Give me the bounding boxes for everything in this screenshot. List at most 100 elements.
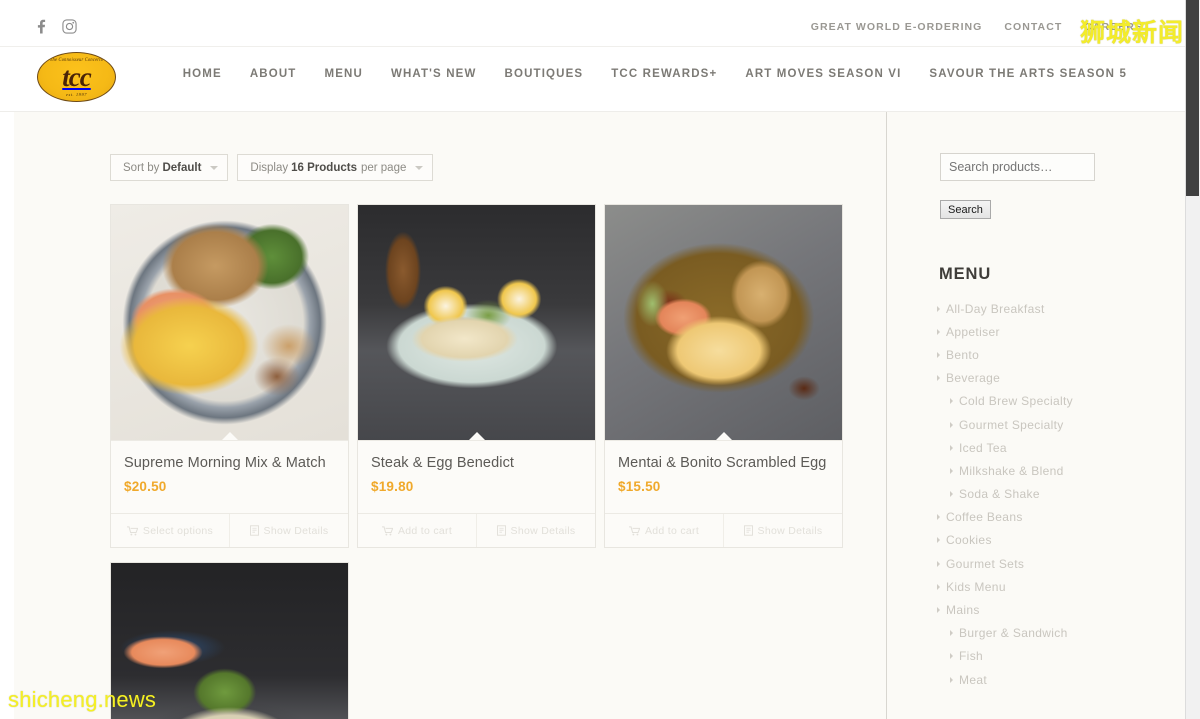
sidebar-item-label: Burger & Sandwich [959, 626, 1068, 641]
bullet-arrow-icon [937, 514, 940, 521]
sidebar-item-kids-menu[interactable]: Kids Menu [937, 575, 1167, 598]
nav-item-savour-the-arts-season-5[interactable]: SAVOUR THE ARTS SEASON 5 [915, 68, 1141, 80]
caret-up-icon [220, 432, 239, 440]
content-area: Sort by Default Display 16 Products per … [14, 112, 1185, 719]
bullet-arrow-icon [950, 421, 953, 428]
product-card[interactable]: Steak & Egg Benedict $19.80 Add to cart [357, 204, 596, 548]
utility-link-great-world-e-ordering[interactable]: GREAT WORLD E-ORDERING [811, 21, 983, 33]
sidebar-item-label: Cold Brew Specialty [959, 394, 1074, 409]
sidebar-item-milkshake-and-blend[interactable]: Milkshake & Blend [937, 459, 1167, 482]
sort-by-select[interactable]: Sort by Default [110, 154, 229, 181]
sidebar-item-beverage[interactable]: Beverage [937, 367, 1167, 390]
search-button[interactable]: Search [940, 200, 991, 219]
display-suffix: per page [360, 161, 407, 174]
product-card[interactable]: Mentai & Bonito Scrambled Egg $15.50 Add… [604, 204, 843, 548]
nav-item-art-moves-season-vi[interactable]: ART MOVES SEASON VI [731, 68, 915, 80]
product-card[interactable]: Supreme Morning Mix & Match $20.50 Selec… [110, 204, 349, 548]
sidebar-item-label: All-Day Breakfast [946, 301, 1045, 316]
details-icon [743, 525, 753, 536]
product-title: Supreme Morning Mix & Match [124, 455, 326, 471]
logo-arc-top-text: The Connoisseur Concerto [49, 56, 104, 63]
sidebar-item-label: Milkshake & Blend [959, 463, 1064, 478]
utility-link-contact[interactable]: CONTACT [1004, 21, 1062, 33]
sidebar-item-label: Beverage [946, 371, 1001, 386]
nav-item-boutiques[interactable]: BOUTIQUES [491, 68, 598, 80]
sidebar-item-label: Soda & Shake [959, 487, 1040, 502]
sidebar-item-burger-and-sandwich[interactable]: Burger & Sandwich [937, 622, 1167, 645]
product-card[interactable] [110, 562, 349, 719]
product-image [111, 563, 348, 719]
sidebar-item-label: Kids Menu [946, 579, 1006, 594]
product-info: Steak & Egg Benedict $19.80 [358, 441, 595, 513]
product-info: Supreme Morning Mix & Match $20.50 [111, 441, 348, 513]
display-per-page-select[interactable]: Display 16 Products per page [237, 154, 434, 181]
chevron-down-icon [415, 165, 424, 170]
social-links [34, 19, 77, 39]
sidebar-item-mains[interactable]: Mains [937, 598, 1167, 621]
sidebar-item-bento[interactable]: Bento [937, 343, 1167, 366]
add-to-cart-button[interactable]: Add to cart [605, 514, 723, 547]
sidebar-item-label: Meat [959, 672, 988, 687]
sidebar-item-fish[interactable]: Fish [937, 645, 1167, 668]
nav-item-menu[interactable]: MENU [310, 68, 376, 80]
details-icon [249, 525, 259, 536]
product-actions: Add to cart Show Details [605, 513, 842, 547]
bullet-arrow-icon [937, 537, 940, 544]
product-image-wrapper[interactable] [605, 205, 842, 441]
site-logo[interactable]: The Connoisseur Concerto tcc est. 1997 [37, 52, 116, 102]
facebook-icon[interactable] [34, 19, 47, 39]
sidebar-item-all-day-breakfast[interactable]: All-Day Breakfast [937, 297, 1167, 320]
sidebar-item-label: Iced Tea [959, 440, 1007, 455]
caret-up-icon [467, 432, 486, 440]
sidebar-item-label: Gourmet Specialty [959, 417, 1064, 432]
sidebar-menu-list: All-Day Breakfast Appetiser Bento Bevera… [937, 297, 1167, 691]
chevron-down-icon [210, 165, 219, 170]
product-image-wrapper[interactable] [111, 563, 348, 719]
bullet-arrow-icon [937, 607, 940, 614]
display-prefix: Display [250, 161, 289, 174]
utility-nav: GREAT WORLD E-ORDERING CONTACT CAREERS [811, 21, 1143, 33]
product-price: $19.80 [371, 479, 414, 495]
product-image-wrapper[interactable] [111, 205, 348, 441]
sidebar-item-iced-tea[interactable]: Iced Tea [937, 436, 1167, 459]
bullet-arrow-icon [937, 351, 940, 358]
product-image [605, 205, 842, 440]
display-value: 16 Products [291, 161, 357, 174]
add-to-cart-label: Add to cart [644, 524, 700, 537]
scrollbar-thumb[interactable] [1186, 0, 1199, 196]
nav-item-home[interactable]: HOME [169, 68, 236, 80]
sidebar-item-label: Cookies [946, 533, 992, 548]
nav-item-whats-new[interactable]: WHAT'S NEW [377, 68, 491, 80]
logo-wordmark: tcc [62, 62, 92, 92]
bullet-arrow-icon [950, 491, 953, 498]
show-details-button[interactable]: Show Details [229, 514, 348, 547]
sidebar-item-coffee-beans[interactable]: Coffee Beans [937, 506, 1167, 529]
show-details-button[interactable]: Show Details [723, 514, 842, 547]
sidebar-item-gourmet-specialty[interactable]: Gourmet Specialty [937, 413, 1167, 436]
utility-link-careers[interactable]: CAREERS [1084, 21, 1143, 33]
show-details-label: Show Details [510, 524, 576, 537]
sidebar-item-cold-brew-specialty[interactable]: Cold Brew Specialty [937, 390, 1167, 413]
show-details-button[interactable]: Show Details [476, 514, 595, 547]
product-image-wrapper[interactable] [358, 205, 595, 441]
nav-item-about[interactable]: ABOUT [236, 68, 311, 80]
bullet-arrow-icon [950, 444, 953, 451]
page-scrollbar[interactable] [1185, 0, 1200, 719]
bullet-arrow-icon [950, 398, 953, 405]
instagram-icon[interactable] [62, 19, 77, 39]
sidebar-item-gourmet-sets[interactable]: Gourmet Sets [937, 552, 1167, 575]
search-input[interactable] [940, 153, 1095, 181]
nav-item-tcc-rewards[interactable]: TCC REWARDS+ [597, 68, 731, 80]
product-image [358, 205, 595, 440]
bullet-arrow-icon [950, 676, 953, 683]
add-to-cart-button[interactable]: Add to cart [358, 514, 476, 547]
sidebar-item-soda-and-shake[interactable]: Soda & Shake [937, 483, 1167, 506]
bullet-arrow-icon [937, 328, 940, 335]
sidebar-item-cookies[interactable]: Cookies [937, 529, 1167, 552]
select-options-button[interactable]: Select options [111, 514, 229, 547]
show-details-label: Show Details [757, 524, 823, 537]
sidebar-item-meat[interactable]: Meat [937, 668, 1167, 691]
bullet-arrow-icon [937, 305, 940, 312]
sidebar-item-appetiser[interactable]: Appetiser [937, 320, 1167, 343]
bullet-arrow-icon [937, 560, 940, 567]
